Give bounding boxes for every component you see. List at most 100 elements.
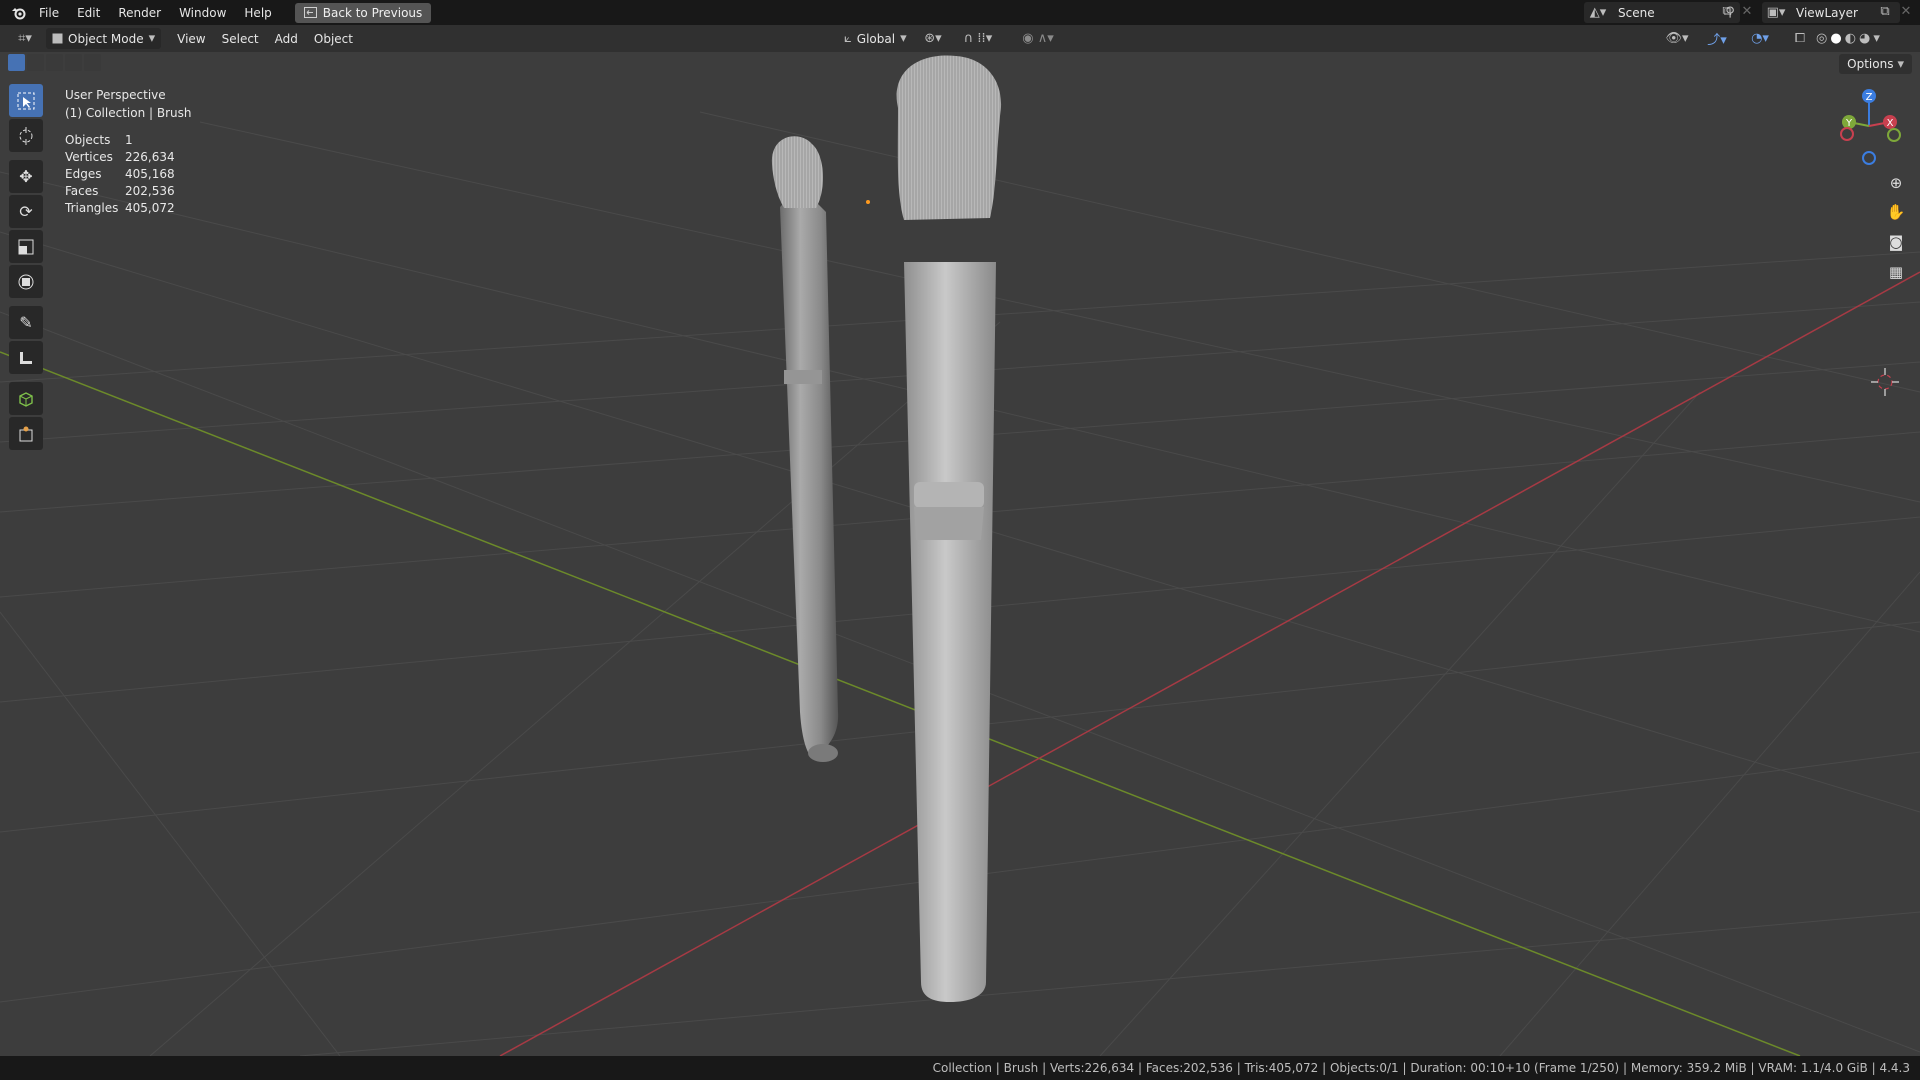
stat-value: 405,072 [125, 201, 175, 215]
gizmo-z-label: Z [1866, 92, 1873, 103]
3d-viewport[interactable]: Z Y X Options ▾ ✥ ⟳ ✎ User Perspective (… [0, 52, 1920, 1056]
scale-icon[interactable] [9, 230, 43, 263]
back-to-previous-button[interactable]: Back to Previous [294, 2, 432, 23]
small-brush [771, 136, 839, 762]
measure-icon[interactable] [9, 341, 43, 374]
pan-hand-icon[interactable]: ✋ [1882, 198, 1910, 226]
snap-icon[interactable]: ∩ ⁞⁞▾ [955, 31, 1001, 46]
chevron-down-icon[interactable]: ▾ [1873, 31, 1880, 46]
blender-window: File Edit Render Window Help Back to Pre… [0, 0, 1920, 1080]
move-icon[interactable]: ✥ [9, 160, 43, 193]
proportional-icon[interactable]: ◉ ∧▾ [1015, 31, 1061, 46]
camera-icon[interactable]: ◙ [1882, 228, 1910, 256]
select-mode-invert[interactable] [65, 54, 82, 71]
annotate-icon[interactable]: ✎ [9, 306, 43, 339]
3d-cursor [1871, 368, 1899, 396]
gizmo-x-label: X [1887, 118, 1894, 129]
grid-icon[interactable]: ▦ [1882, 258, 1910, 286]
chevron-down-icon: ▾ [148, 31, 156, 46]
zoom-icon[interactable]: ⊕ [1882, 169, 1910, 197]
view-layer-icon: ▣▾ [1766, 5, 1786, 20]
stat-value: 226,634 [125, 150, 175, 164]
large-brush [896, 55, 1002, 1002]
tool-shelf: ✥ ⟳ ✎ [9, 84, 45, 452]
mode-dropdown[interactable]: Object Mode ▾ [46, 28, 162, 49]
select-box-icon[interactable] [9, 84, 43, 117]
close-icon[interactable]: ✕ [1898, 4, 1914, 19]
visibility-icon[interactable]: 👁▾ [1662, 31, 1692, 46]
cursor-icon[interactable] [9, 119, 43, 152]
viewport-info: User Perspective (1) Collection | Brush [65, 86, 191, 122]
add-mesh-icon[interactable] [9, 417, 43, 450]
stat-label: Edges [65, 167, 102, 181]
y-axis-line [0, 351, 1801, 1056]
back-label: Back to Previous [322, 5, 423, 20]
orientation-label: Global [856, 31, 896, 46]
select-mode-subtract[interactable] [46, 54, 63, 71]
menu-add[interactable]: Add [267, 28, 306, 50]
stat-value: 405,168 [125, 167, 175, 181]
rotate-icon[interactable]: ⟳ [9, 195, 43, 228]
top-menu-bar: File Edit Render Window Help Back to Pre… [0, 0, 1920, 25]
options-dropdown[interactable]: Options ▾ [1839, 54, 1912, 74]
viewport-scene: Z Y X [0, 55, 1920, 1056]
add-cube-icon[interactable] [9, 382, 43, 415]
select-mode-intersect[interactable] [84, 54, 101, 71]
blender-logo[interactable] [8, 2, 30, 24]
chevron-down-icon: ▾ [1897, 56, 1904, 72]
options-label: Options [1847, 57, 1894, 71]
menu-render[interactable]: Render [109, 2, 170, 24]
stat-label: Objects [65, 133, 111, 147]
transform-orientation-icon: ⟀ [844, 31, 852, 46]
scene-icon: ◭▾ [1589, 5, 1607, 20]
scene-selector[interactable]: ◭▾ Scene ⚲ [1584, 2, 1740, 23]
stat-row: Vertices 226,634 [65, 149, 175, 166]
shading-rendered-icon[interactable]: ◕ [1859, 31, 1870, 46]
menu-help[interactable]: Help [235, 2, 280, 24]
overlay-icon[interactable]: ◔▾ [1742, 31, 1778, 46]
menu-window[interactable]: Window [170, 2, 235, 24]
close-icon[interactable]: ✕ [1739, 4, 1755, 19]
menu-file[interactable]: File [30, 2, 68, 24]
stat-label: Triangles [65, 201, 119, 215]
stat-row: Objects 1 [65, 132, 175, 149]
xray-icon[interactable]: ⧠ [1790, 31, 1810, 46]
copy-icon[interactable]: ⧉ [1718, 4, 1736, 19]
shading-solid-icon[interactable]: ● [1830, 31, 1841, 46]
transform-icon[interactable] [9, 265, 43, 298]
menu-edit[interactable]: Edit [68, 2, 109, 24]
pivot-icon[interactable]: ⊛▾ [920, 31, 946, 46]
status-bar: Collection | Brush | Verts:226,634 | Fac… [0, 1056, 1920, 1080]
stat-row: Faces 202,536 [65, 183, 175, 200]
chevron-down-icon: ▾ [900, 31, 907, 46]
stat-value: 1 [125, 133, 133, 147]
scene-name[interactable]: Scene [1612, 6, 1720, 20]
menu-select[interactable]: Select [214, 28, 267, 50]
selection-modes [8, 54, 101, 71]
select-mode-extend[interactable] [27, 54, 44, 71]
menu-view[interactable]: View [169, 28, 213, 50]
orientation-dropdown[interactable]: ⟀ Global ▾ [838, 28, 913, 49]
stat-row: Triangles 405,072 [65, 200, 175, 217]
collection-label: (1) Collection | Brush [65, 106, 192, 120]
object-mode-icon [52, 33, 63, 44]
shading-material-icon[interactable]: ◐ [1845, 31, 1856, 46]
gizmo-icon[interactable]: ⤴▾ [1698, 29, 1736, 48]
mode-label: Object Mode [68, 31, 144, 46]
perspective-label: User Perspective [65, 88, 166, 102]
viewport-header: ⌗▾ Object Mode ▾ View Select Add Object … [0, 25, 1920, 52]
stat-value: 202,536 [125, 184, 175, 198]
status-text: Collection | Brush | Verts:226,634 | Fac… [932, 1061, 1910, 1075]
scene-statistics: Objects 1 Vertices 226,634 Edges 405,168 Fa… [65, 132, 175, 217]
gizmo-y-label: Y [1845, 118, 1853, 129]
editor-type-icon[interactable]: ⌗▾ [12, 31, 38, 46]
select-mode-set[interactable] [8, 54, 25, 71]
stat-label: Vertices [65, 150, 113, 164]
navigation-gizmo: Z Y X [1840, 89, 1901, 165]
stat-label: Faces [65, 184, 99, 198]
copy-icon[interactable]: ⧉ [1876, 4, 1894, 19]
stat-row: Edges 405,168 [65, 166, 175, 183]
back-icon [303, 7, 317, 18]
shading-wireframe-icon[interactable]: ◎ [1816, 31, 1827, 46]
menu-object[interactable]: Object [306, 28, 361, 50]
